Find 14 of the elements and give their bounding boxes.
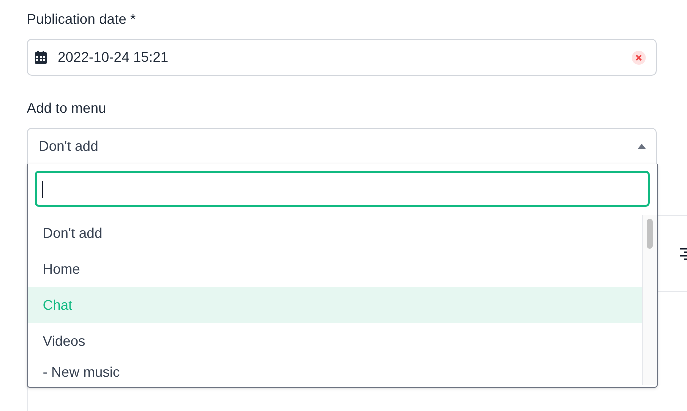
menu-option[interactable]: - New music: [28, 359, 642, 385]
caret-icon: [638, 144, 646, 149]
menu-option[interactable]: Home: [28, 251, 642, 287]
clear-icon[interactable]: [632, 50, 646, 64]
menu-option[interactable]: Don't add: [28, 215, 642, 251]
menu-option[interactable]: Videos: [28, 323, 642, 359]
calendar-icon: [35, 51, 47, 64]
date-field[interactable]: 2022-10-24 15:21: [27, 39, 657, 76]
scrollbar-thumb[interactable]: [647, 219, 653, 249]
search-field[interactable]: [35, 171, 650, 207]
field-label: Publication date *: [27, 10, 136, 29]
scrollbar[interactable]: [642, 215, 657, 385]
field-label: Add to menu: [27, 99, 106, 118]
date-value: 2022-10-24 15:21: [58, 48, 169, 67]
